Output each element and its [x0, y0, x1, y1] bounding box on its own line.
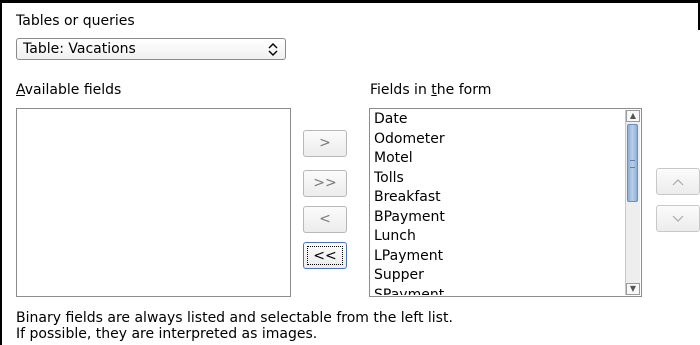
remove-all-fields-button[interactable]: << [303, 242, 347, 269]
scroll-down-icon[interactable]: ▼ [626, 283, 640, 295]
add-all-fields-button[interactable]: >> [303, 170, 347, 197]
scrollbar-thumb[interactable] [627, 124, 638, 202]
list-item[interactable]: Odometer [374, 130, 621, 150]
window-frame-left [0, 0, 2, 345]
fields-in-form-scrollbar[interactable]: ▲ ▼ [625, 110, 640, 295]
list-item[interactable]: LPayment [374, 247, 621, 267]
tables-or-queries-select[interactable]: Table: Vacations [16, 38, 286, 60]
list-item[interactable]: Motel [374, 149, 621, 169]
available-fields-label-mnemonic: A [16, 82, 25, 98]
tables-or-queries-label: Tables or queries [16, 13, 135, 29]
add-field-button[interactable]: > [303, 130, 347, 157]
fields-in-form-list[interactable]: Date Odometer Motel Tolls Breakfast BPay… [369, 108, 642, 297]
chevron-down-icon [672, 215, 684, 222]
fields-in-form-label-start: Fields in [370, 82, 432, 98]
list-item[interactable]: Lunch [374, 227, 621, 247]
fields-in-form-label-end: he form [436, 82, 492, 98]
scroll-up-icon[interactable]: ▲ [626, 110, 640, 122]
fields-in-form-label: Fields in the form [370, 82, 491, 99]
window-frame-top [0, 0, 700, 3]
remove-field-button[interactable]: < [303, 206, 347, 233]
tables-or-queries-selected-value: Table: Vacations [23, 41, 136, 57]
available-fields-label-rest: vailable fields [24, 82, 122, 98]
list-item[interactable]: Supper [374, 266, 621, 286]
move-down-button[interactable] [656, 205, 700, 232]
remove-all-fields-label: << [307, 246, 343, 265]
binary-fields-note-line2: If possible, they are interpreted as ima… [16, 326, 318, 342]
list-item[interactable]: Date [374, 110, 621, 130]
grip-icon [630, 160, 635, 168]
binary-fields-note-line1: Binary fields are always listed and sele… [16, 310, 453, 326]
up-down-arrows-icon [267, 42, 279, 57]
available-fields-list[interactable] [16, 108, 291, 297]
chevron-up-icon [672, 179, 684, 186]
available-fields-label: Available fields [16, 82, 121, 99]
list-item[interactable]: SPayment [374, 286, 621, 296]
list-item[interactable]: BPayment [374, 208, 621, 228]
list-item[interactable]: Breakfast [374, 188, 621, 208]
move-up-button[interactable] [656, 168, 700, 195]
list-item[interactable]: Tolls [374, 169, 621, 189]
